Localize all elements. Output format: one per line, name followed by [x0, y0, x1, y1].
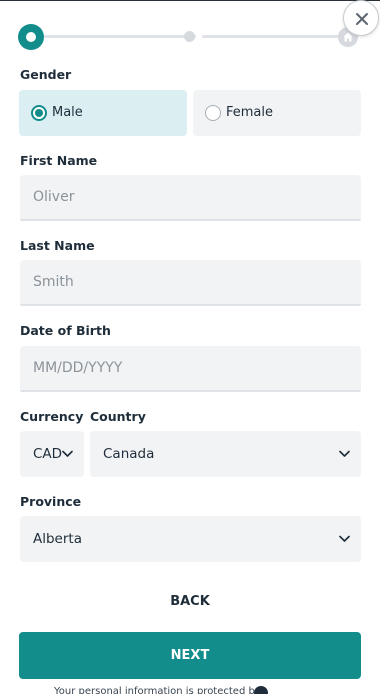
gender-label: Gender: [20, 67, 72, 82]
province-select[interactable]: Alberta: [20, 516, 361, 562]
back-button[interactable]: BACK: [140, 589, 240, 615]
country-select[interactable]: Canada: [90, 431, 361, 477]
country-label: Country: [90, 409, 146, 424]
first-name-label: First Name: [20, 153, 98, 168]
first-name-input[interactable]: [20, 175, 361, 221]
gender-option-female[interactable]: Female: [193, 90, 361, 136]
privacy-note: Your personal information is protected b…: [54, 686, 261, 694]
gender-option-label: Female: [226, 105, 274, 120]
currency-select[interactable]: CAD: [20, 431, 84, 477]
country-value: Canada: [103, 446, 155, 462]
chevron-down-icon: [62, 450, 73, 457]
last-name-input[interactable]: [20, 260, 361, 306]
close-icon: [356, 13, 368, 25]
last-name-label: Last Name: [20, 238, 95, 253]
chevron-down-icon: [339, 535, 350, 542]
province-value: Alberta: [33, 531, 82, 547]
chevron-down-icon: [339, 450, 350, 457]
dob-label: Date of Birth: [20, 323, 111, 338]
step-2-indicator: [184, 31, 195, 42]
radio-unchecked-icon: [205, 105, 221, 121]
dob-input[interactable]: [20, 346, 361, 392]
step-1-indicator-active: [18, 24, 44, 50]
currency-label: Currency: [20, 409, 84, 424]
gender-option-label: Male: [52, 105, 83, 120]
province-label: Province: [20, 494, 82, 509]
currency-value: CAD: [33, 446, 63, 462]
next-button[interactable]: NEXT: [19, 632, 361, 679]
close-button[interactable]: [343, 0, 379, 36]
progress-stepper: [18, 22, 362, 50]
security-badge-icon: [254, 686, 268, 694]
progress-line: [202, 35, 344, 38]
progress-line: [44, 35, 196, 38]
gender-option-male[interactable]: Male: [19, 90, 187, 136]
top-border: [0, 0, 380, 1]
radio-checked-icon: [31, 105, 47, 121]
